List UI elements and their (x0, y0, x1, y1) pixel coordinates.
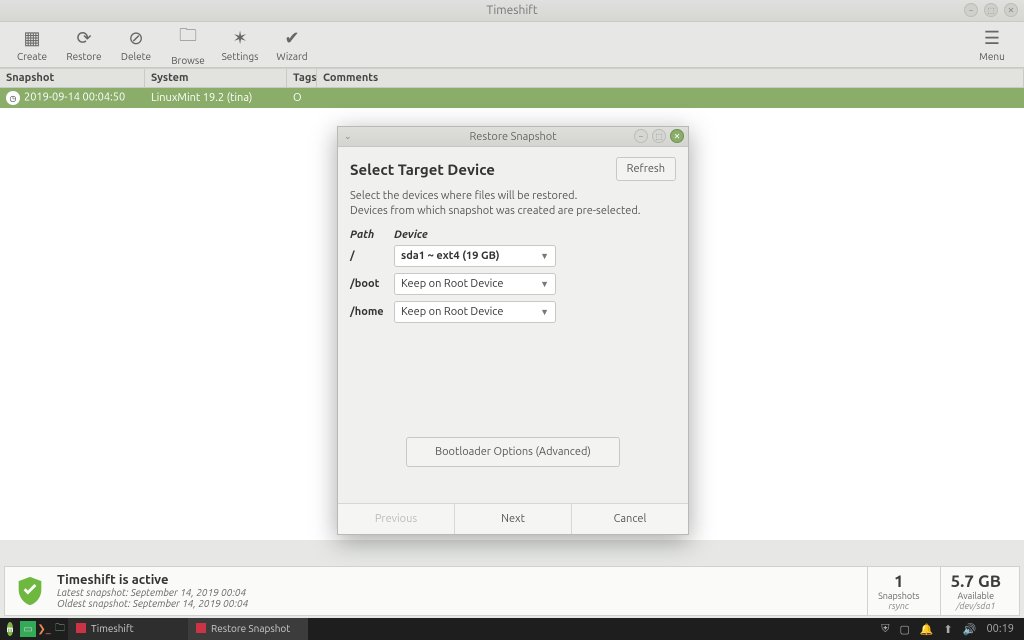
status-bar: Timeshift is active Latest snapshot: Sep… (4, 566, 1020, 616)
col-tags[interactable]: Tags (287, 69, 317, 87)
device-table-header: Path Device (350, 229, 676, 241)
terminal-button[interactable]: ❯_ (36, 621, 52, 637)
plus-box-icon: ▦ (23, 28, 40, 49)
next-button[interactable]: Next (455, 504, 572, 534)
device-combo-root[interactable]: sda1 ~ ext4 (19 GB)▼ (394, 245, 556, 267)
folder-icon: 🗀 (179, 23, 197, 53)
display-icon[interactable]: ▢ (899, 623, 909, 636)
restore-button[interactable]: ⟳Restore (58, 28, 110, 62)
snapshots-box: 1 Snapshots rsync (867, 567, 930, 615)
hamburger-icon: ☰ (984, 28, 1000, 49)
window-minimize-button[interactable]: – (964, 3, 978, 17)
table-row[interactable]: ◷2019-09-14 00:04:50 LinuxMint 19.2 (tin… (0, 88, 1024, 108)
create-button[interactable]: ▦Create (6, 28, 58, 62)
show-desktop-button[interactable]: ▭ (20, 621, 36, 637)
window-maximize-button[interactable]: ⬚ (984, 3, 998, 17)
restore-icon: ⟳ (76, 28, 91, 49)
browse-button[interactable]: 🗀Browse (162, 23, 214, 66)
device-row-boot: /boot Keep on Root Device▼ (350, 273, 676, 295)
dialog-description: Select the devices where files will be r… (350, 189, 676, 219)
path-root: / (350, 250, 394, 262)
mint-logo-icon: m (7, 622, 14, 636)
path-home: /home (350, 306, 394, 318)
main-toolbar: ▦Create ⟳Restore ⊘Delete 🗀Browse ✶Settin… (0, 22, 1024, 68)
dialog-close-button[interactable]: ✕ (670, 129, 684, 143)
device-row-root: / sda1 ~ ext4 (19 GB)▼ (350, 245, 676, 267)
delete-icon: ⊘ (128, 28, 143, 49)
device-combo-home[interactable]: Keep on Root Device▼ (394, 301, 556, 323)
device-combo-boot[interactable]: Keep on Root Device▼ (394, 273, 556, 295)
taskbar-app-timeshift[interactable]: Timeshift (68, 618, 188, 640)
col-snapshot[interactable]: Snapshot (0, 69, 145, 87)
system-tray: ⛨ ▢ 🔔 ⬆ 🔊 00:19 (871, 623, 1024, 636)
files-button[interactable]: 🗀 (52, 621, 68, 637)
dialog-maximize-button[interactable]: ⬚ (652, 129, 666, 143)
clock-icon: ◷ (6, 91, 20, 105)
menu-button[interactable]: ☰Menu (966, 28, 1018, 62)
settings-button[interactable]: ✶Settings (214, 28, 266, 62)
shield-check-icon (13, 574, 47, 608)
app-icon (196, 623, 206, 633)
window-titlebar: Timeshift – ⬚ ✕ (0, 0, 1024, 22)
col-comments[interactable]: Comments (317, 69, 1024, 87)
chevron-down-icon: ▼ (540, 279, 549, 289)
status-latest: Latest snapshot: September 14, 2019 00:0… (57, 587, 857, 598)
snapshot-table-header: Snapshot System Tags Comments (0, 68, 1024, 88)
available-box: 5.7 GB Available /dev/sda1 (940, 567, 1011, 615)
dialog-minimize-button[interactable]: – (634, 129, 648, 143)
clock[interactable]: 00:19 (986, 623, 1014, 635)
refresh-button[interactable]: Refresh (616, 157, 676, 181)
wizard-icon: ✔ (284, 28, 299, 49)
path-boot: /boot (350, 278, 394, 290)
restore-dialog: ⌄ Restore Snapshot – ⬚ ✕ Select Target D… (337, 126, 689, 535)
taskbar-app-restore[interactable]: Restore Snapshot (188, 618, 308, 640)
dialog-button-row: Previous Next Cancel (338, 503, 688, 534)
status-oldest: Oldest snapshot: September 14, 2019 00:0… (57, 598, 857, 609)
dialog-heading: Select Target Device (350, 161, 616, 178)
taskbar[interactable]: m ▭ ❯_ 🗀 Timeshift Restore Snapshot ⛨ ▢ … (0, 618, 1024, 640)
cancel-button[interactable]: Cancel (572, 504, 688, 534)
row-system: LinuxMint 19.2 (tina) (145, 92, 287, 104)
app-icon (76, 623, 86, 633)
row-tags: O (287, 92, 317, 104)
dialog-chevron-icon[interactable]: ⌄ (344, 131, 352, 142)
chevron-down-icon: ▼ (540, 307, 549, 317)
start-menu-button[interactable]: m (0, 618, 20, 640)
volume-icon[interactable]: 🔊 (963, 623, 977, 636)
settings-icon: ✶ (232, 28, 247, 49)
dialog-titlebar[interactable]: ⌄ Restore Snapshot – ⬚ ✕ (338, 127, 688, 147)
status-title: Timeshift is active (57, 573, 857, 587)
notification-icon[interactable]: 🔔 (920, 623, 934, 636)
delete-button[interactable]: ⊘Delete (110, 28, 162, 62)
window-title: Timeshift (0, 4, 1024, 17)
shield-icon[interactable]: ⛨ (881, 623, 889, 636)
row-snapshot: ◷2019-09-14 00:04:50 (0, 91, 145, 105)
chevron-down-icon: ▼ (540, 251, 549, 261)
wizard-button[interactable]: ✔Wizard (266, 28, 318, 62)
device-row-home: /home Keep on Root Device▼ (350, 301, 676, 323)
bootloader-advanced-button[interactable]: Bootloader Options (Advanced) (406, 437, 620, 467)
updates-icon[interactable]: ⬆ (944, 623, 953, 636)
window-close-button[interactable]: ✕ (1004, 3, 1018, 17)
col-system[interactable]: System (145, 69, 287, 87)
previous-button: Previous (338, 504, 455, 534)
